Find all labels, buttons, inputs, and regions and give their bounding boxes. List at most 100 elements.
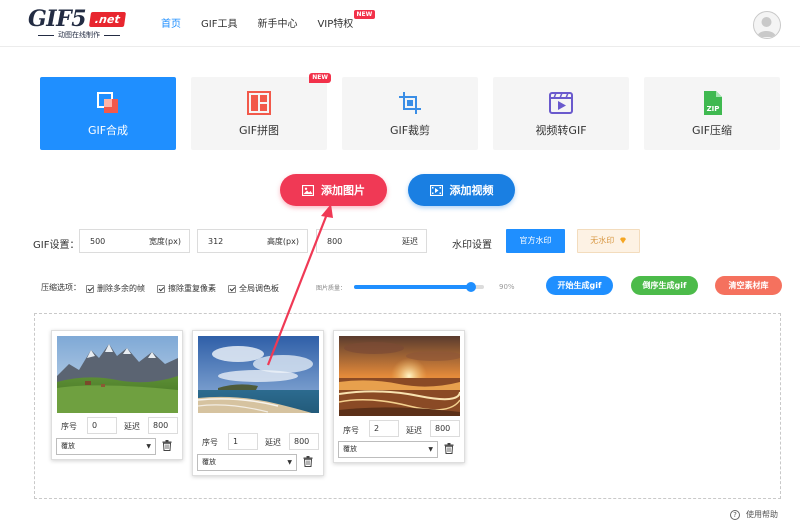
delay-label: 延迟: [406, 426, 422, 435]
delay-input[interactable]: 800: [430, 420, 460, 437]
checkbox-icon[interactable]: [157, 284, 165, 293]
zip-file-icon: ZIP: [704, 91, 722, 115]
frame-thumbnail[interactable]: [198, 336, 319, 413]
tool-gif-collage[interactable]: GIF拼图 NEW: [191, 73, 331, 150]
compress-label: 压缩选项：: [41, 283, 81, 292]
frame-card[interactable]: 序号 1 延迟 800 覆放 ▼: [192, 330, 324, 476]
height-unit: 高度(px): [266, 237, 299, 246]
nav-home[interactable]: 首页: [161, 15, 181, 30]
order-input[interactable]: 1: [228, 433, 258, 450]
trash-icon[interactable]: [303, 456, 313, 467]
delay-input[interactable]: [317, 230, 383, 252]
option-label: 擦除重复像素: [168, 284, 216, 293]
video-icon: [549, 92, 573, 114]
tool-label: GIF拼图: [238, 124, 280, 137]
option-global-palette[interactable]: 全局调色板: [228, 283, 279, 294]
delay-label: 延迟: [265, 438, 281, 447]
add-image-button[interactable]: 添加图片: [280, 174, 387, 206]
collage-new-badge: NEW: [309, 73, 331, 83]
add-video-button[interactable]: 添加视频: [408, 174, 515, 206]
clear-library-button[interactable]: 清空素材库: [715, 276, 782, 295]
top-header: GIF5 .net 动图在线制作 首页 GIF工具 新手中心 VIP特权 NEW: [0, 0, 800, 47]
gif-settings-label: GIF设置：: [33, 240, 80, 251]
user-icon: [757, 17, 776, 37]
help-link[interactable]: ? 使用帮助: [730, 509, 778, 520]
diamond-icon: [619, 237, 626, 244]
beach-image: [198, 336, 319, 413]
crop-icon: [399, 92, 421, 114]
disposal-select[interactable]: 覆放 ▼: [338, 441, 438, 458]
sunset-image: [339, 336, 460, 416]
tool-video-to-gif[interactable]: 视频转GIF: [493, 77, 629, 150]
frame-thumbnail[interactable]: [57, 336, 178, 413]
logo-main-text: GIF5: [28, 6, 87, 32]
trash-icon[interactable]: [444, 443, 454, 454]
watermark-label: 水印设置: [452, 240, 492, 251]
order-input[interactable]: 0: [87, 417, 117, 434]
trash-icon[interactable]: [162, 440, 172, 451]
quality-value: 90%: [499, 283, 515, 291]
user-avatar[interactable]: [753, 11, 781, 39]
zip-label: ZIP: [707, 105, 720, 113]
reverse-generate-button[interactable]: 倒序生成gif: [631, 276, 698, 295]
logo-net-badge: .net: [88, 12, 126, 27]
width-field[interactable]: 宽度(px): [79, 229, 190, 253]
logo-subtitle: 动图在线制作: [30, 30, 128, 40]
chevron-down-icon: ▼: [287, 459, 292, 466]
chevron-down-icon: ▼: [146, 443, 151, 450]
quality-slider-fill: [354, 285, 471, 289]
option-remove-frames[interactable]: 删除多余的帧: [86, 283, 145, 294]
order-label: 序号: [343, 426, 359, 435]
checkbox-icon[interactable]: [86, 284, 94, 293]
nav-beginner-center[interactable]: 新手中心: [257, 15, 297, 30]
mountain-image: [57, 336, 178, 413]
order-label: 序号: [202, 438, 218, 447]
no-watermark-label: 无水印: [590, 236, 615, 245]
checkbox-icon[interactable]: [228, 284, 236, 293]
tool-label: GIF裁剪: [389, 124, 431, 137]
tool-label: 视频转GIF: [535, 124, 587, 137]
option-label: 删除多余的帧: [97, 284, 145, 293]
quality-slider-handle[interactable]: [466, 282, 476, 292]
disposal-select[interactable]: 覆放 ▼: [56, 438, 156, 455]
delay-input[interactable]: 800: [289, 433, 319, 450]
collage-icon: [247, 91, 271, 115]
height-input[interactable]: [198, 230, 264, 252]
disposal-select[interactable]: 覆放 ▼: [197, 454, 297, 471]
frame-thumbnail[interactable]: [339, 336, 460, 416]
nav-vip[interactable]: VIP特权 NEW: [317, 10, 376, 30]
nav-gif-tools[interactable]: GIF工具: [201, 15, 237, 30]
no-watermark-button[interactable]: 无水印: [577, 229, 640, 253]
nav-vip-label: VIP特权: [317, 19, 354, 30]
chevron-down-icon: ▼: [428, 446, 433, 453]
delay-label: 延迟: [124, 422, 140, 431]
start-generate-button[interactable]: 开始生成gif: [546, 276, 613, 295]
disposal-value: 覆放: [343, 445, 357, 453]
tool-gif-crop[interactable]: GIF裁剪: [342, 77, 478, 150]
delay-field[interactable]: 延迟: [316, 229, 427, 253]
width-input[interactable]: [80, 230, 146, 252]
add-image-label: 添加图片: [321, 184, 365, 197]
tool-gif-compress[interactable]: ZIP GIF压缩: [644, 77, 780, 150]
tool-gif-merge[interactable]: GIF合成: [40, 77, 176, 150]
help-icon: ?: [730, 509, 740, 520]
frame-card[interactable]: 序号 0 延迟 800 覆放 ▼: [51, 330, 183, 460]
frame-card[interactable]: 序号 2 延迟 800 覆放 ▼: [333, 330, 465, 463]
disposal-value: 覆放: [61, 442, 75, 450]
film-icon: [429, 184, 443, 196]
height-field[interactable]: 高度(px): [197, 229, 308, 253]
option-erase-pixels[interactable]: 擦除重复像素: [157, 283, 216, 294]
quality-slider[interactable]: [354, 282, 484, 292]
nav-vip-new-badge: NEW: [353, 10, 376, 19]
order-input[interactable]: 2: [369, 420, 399, 437]
merge-icon: [97, 92, 118, 113]
delay-input[interactable]: 800: [148, 417, 178, 434]
official-watermark-button[interactable]: 官方水印: [506, 229, 565, 253]
option-label: 全局调色板: [239, 284, 279, 293]
order-label: 序号: [61, 422, 77, 431]
delay-unit: 延迟: [402, 237, 418, 246]
quality-label: 图片质量：: [316, 285, 347, 292]
site-logo[interactable]: GIF5 .net 动图在线制作: [28, 6, 133, 42]
tool-label: GIF合成: [87, 124, 129, 137]
image-icon: [302, 184, 314, 196]
